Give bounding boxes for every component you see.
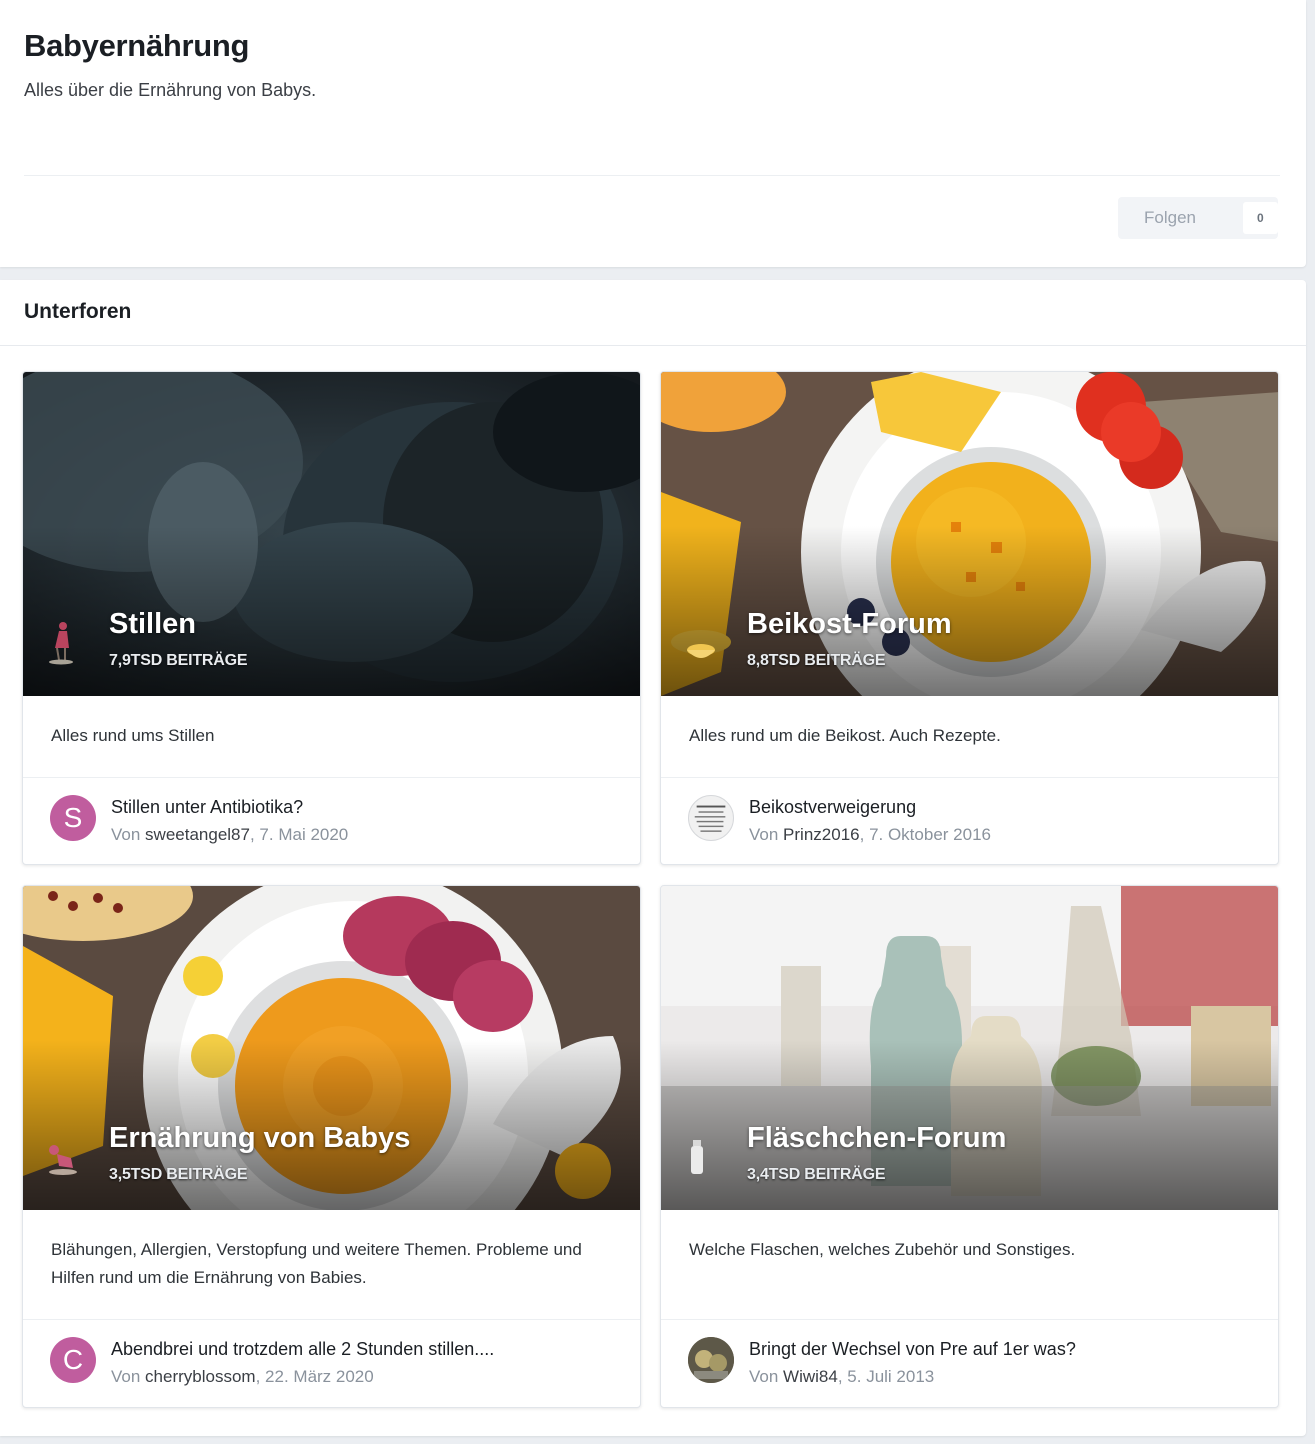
forum-header: Babyernährung Alles über die Ernährung v… xyxy=(0,0,1306,267)
forum-description: Alles rund um die Beikost. Auch Rezepte. xyxy=(661,696,1278,778)
avatar[interactable]: C xyxy=(50,1337,96,1383)
by-label: Von xyxy=(749,825,784,844)
last-post-meta: Von cherryblossom, 22. März 2020 xyxy=(111,1367,374,1386)
last-post-title[interactable]: Beikostverweigerung xyxy=(749,797,916,818)
forum-description: Welche Flaschen, welches Zubehör und Son… xyxy=(661,1210,1278,1320)
avatar-image xyxy=(688,1337,734,1383)
forum-hero-image[interactable]: Stillen 7,9TSD BEITRÄGE xyxy=(23,372,640,696)
by-label: Von xyxy=(749,1367,784,1386)
breastfeeding-mother-icon xyxy=(49,622,73,665)
last-post-title[interactable]: Abendbrei und trotzdem alle 2 Stunden st… xyxy=(111,1339,494,1360)
forum-post-count: 7,9TSD BEITRÄGE xyxy=(109,652,248,669)
last-post-date: 5. Juli 2013 xyxy=(847,1367,935,1386)
forum-hero-image[interactable]: Ernährung von Babys 3,5TSD BEITRÄGE xyxy=(23,886,640,1210)
forum-card-ernaehrung[interactable]: Ernährung von Babys 3,5TSD BEITRÄGE Bläh… xyxy=(22,885,641,1408)
header-divider xyxy=(24,175,1280,176)
last-post-date: 7. Oktober 2016 xyxy=(869,825,991,844)
avatar-image xyxy=(694,805,726,832)
forum-post-count: 3,4TSD BEITRÄGE xyxy=(747,1166,886,1183)
forum-card-beikost[interactable]: Beikost-Forum 8,8TSD BEITRÄGE Alles rund… xyxy=(660,371,1279,865)
by-label: Von xyxy=(111,1367,146,1386)
bowl-icon xyxy=(687,644,715,658)
forum-description: Blähungen, Allergien, Verstopfung und we… xyxy=(23,1210,640,1320)
crawling-baby-icon xyxy=(49,1145,77,1175)
last-post-date: 22. März 2020 xyxy=(265,1367,374,1386)
last-post-meta: Von sweetangel87, 7. Mai 2020 xyxy=(111,825,349,844)
forum-hero-image[interactable]: Beikost-Forum 8,8TSD BEITRÄGE xyxy=(661,372,1278,696)
last-post: S Stillen unter Antibiotika? Von sweetan… xyxy=(23,778,640,864)
forum-title[interactable]: Fläschchen-Forum xyxy=(747,1122,1006,1155)
forum-card-flaeschchen[interactable]: Fläschchen-Forum 3,4TSD BEITRÄGE Welche … xyxy=(660,885,1279,1408)
forum-card-stillen[interactable]: Stillen 7,9TSD BEITRÄGE Alles rund ums S… xyxy=(22,371,641,865)
last-post-date: 7. Mai 2020 xyxy=(259,825,349,844)
last-post-title[interactable]: Bringt der Wechsel von Pre auf 1er was? xyxy=(749,1339,1076,1360)
avatar[interactable]: S xyxy=(50,795,96,841)
forum-description: Alles rund ums Stillen xyxy=(23,696,640,778)
avatar[interactable] xyxy=(688,795,734,841)
last-post-meta: Von Wiwi84, 5. Juli 2013 xyxy=(749,1367,935,1386)
page-subtitle: Alles über die Ernährung von Babys. xyxy=(24,80,317,100)
last-post: Beikostverweigerung Von Prinz2016, 7. Ok… xyxy=(661,778,1278,864)
forum-title[interactable]: Stillen xyxy=(109,608,196,641)
forum-hero-image[interactable]: Fläschchen-Forum 3,4TSD BEITRÄGE xyxy=(661,886,1278,1210)
last-post-author[interactable]: Wiwi84 xyxy=(783,1367,838,1386)
forum-title[interactable]: Ernährung von Babys xyxy=(109,1122,410,1155)
last-post-author[interactable]: Prinz2016 xyxy=(783,825,860,844)
subforums-section: Unterforen Stillen 7,9TSD BEITRÄGE Alles… xyxy=(0,280,1306,1436)
bottle-icon xyxy=(691,1140,703,1174)
by-label: Von xyxy=(111,825,146,844)
follower-count-badge: 0 xyxy=(1242,202,1278,234)
page-title: Babyernährung xyxy=(24,28,250,63)
follow-button-label: Folgen xyxy=(1144,208,1196,227)
last-post-author[interactable]: sweetangel87 xyxy=(145,825,250,844)
last-post-meta: Von Prinz2016, 7. Oktober 2016 xyxy=(749,825,991,844)
avatar[interactable] xyxy=(688,1337,734,1383)
follow-button[interactable]: Folgen 0 xyxy=(1118,197,1278,239)
forum-title[interactable]: Beikost-Forum xyxy=(747,608,952,641)
last-post-title[interactable]: Stillen unter Antibiotika? xyxy=(111,797,303,818)
last-post-author[interactable]: cherryblossom xyxy=(145,1367,256,1386)
last-post: Bringt der Wechsel von Pre auf 1er was? … xyxy=(661,1320,1278,1407)
forum-post-count: 8,8TSD BEITRÄGE xyxy=(747,652,886,669)
forum-post-count: 3,5TSD BEITRÄGE xyxy=(109,1166,248,1183)
section-title: Unterforen xyxy=(0,280,1306,346)
last-post: C Abendbrei und trotzdem alle 2 Stunden … xyxy=(23,1320,640,1407)
